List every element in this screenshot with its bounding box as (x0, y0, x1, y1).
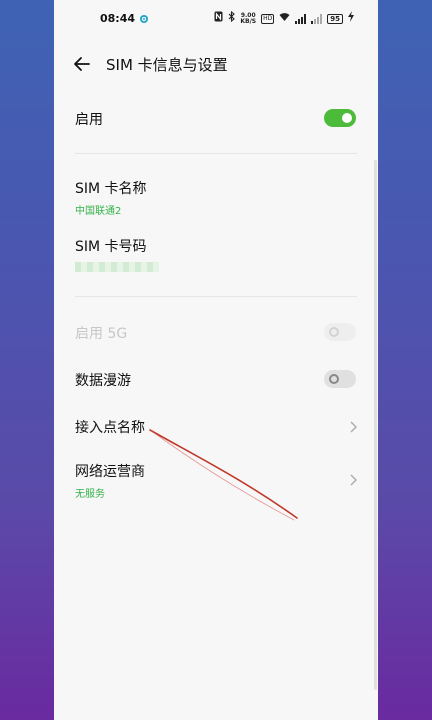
enable-label: 启用 (75, 112, 103, 128)
enable-5g-label: 启用 5G (75, 326, 128, 342)
enable-toggle[interactable] (324, 109, 356, 127)
toggle-knob (342, 113, 352, 123)
wifi-icon (279, 12, 290, 26)
signal-icon-2 (311, 13, 323, 24)
bluetooth-icon (228, 10, 236, 26)
network-speed: 9.00 KB/S (240, 12, 257, 25)
sim-name-value: 中国联通2 (75, 206, 122, 217)
signal-icon-1 (295, 13, 307, 24)
apn-label: 接入点名称 (75, 420, 145, 436)
data-roaming-label: 数据漫游 (75, 373, 131, 389)
chevron-right-icon (348, 419, 358, 433)
page-title: SIM 卡信息与设置 (106, 56, 228, 74)
data-roaming-toggle[interactable] (324, 370, 356, 388)
phone-screen: 08:44 9.00 KB/S HD 95 SIM 卡信息与设置 启用 SIM … (54, 0, 378, 720)
app-header: SIM 卡信息与设置 (54, 44, 378, 84)
chevron-right-icon (348, 472, 358, 486)
network-speed-unit: KB/S (240, 17, 257, 25)
annotation-arrow (149, 429, 298, 521)
network-operator-label: 网络运营商 (75, 464, 145, 480)
status-icons: 9.00 KB/S HD 95 (214, 10, 354, 26)
network-operator-value: 无服务 (75, 489, 105, 500)
back-arrow-icon[interactable] (72, 54, 92, 74)
divider (75, 296, 357, 297)
battery-icon: 95 (327, 13, 343, 24)
sim-number-masked (75, 262, 159, 272)
scrollbar[interactable] (374, 160, 377, 690)
nfc-icon (214, 11, 223, 26)
hd-badge: HD (261, 13, 275, 24)
sim-number-label: SIM 卡号码 (75, 239, 147, 255)
divider (75, 153, 357, 154)
charging-icon (348, 11, 354, 26)
status-bar: 08:44 9.00 KB/S HD 95 (54, 0, 378, 40)
sim-name-label: SIM 卡名称 (75, 181, 147, 197)
toggle-knob (329, 374, 339, 384)
status-time: 08:44 (100, 12, 136, 25)
enable-5g-toggle (324, 323, 356, 341)
toggle-knob (329, 327, 339, 337)
notification-icon (140, 15, 148, 23)
